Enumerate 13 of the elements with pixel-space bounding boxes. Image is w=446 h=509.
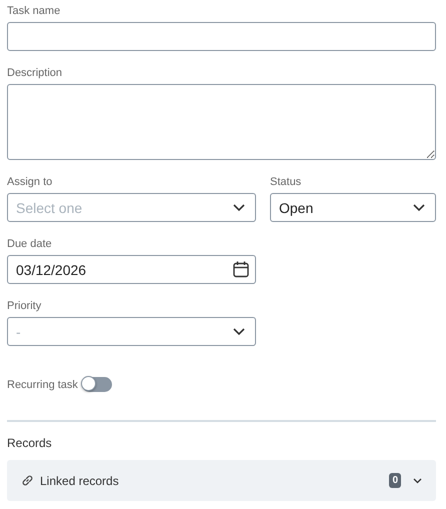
panel-label: Linked records [40,474,120,488]
select-field[interactable]: Open [270,193,436,222]
count-badge: 0 [389,473,401,488]
field-label: Due date [7,238,53,250]
field-label: Priority [7,300,42,312]
field-label: Description [7,67,64,79]
field-label: Status [270,176,302,188]
date-input[interactable]: 03/12/2026 [7,255,256,284]
field-label: Task name [7,5,62,17]
section-title: Records [7,436,53,450]
linked-records-panel[interactable]: Linked records 0 [7,460,436,501]
toggle-label: Recurring task [7,378,78,390]
field-label: Assign to [7,176,54,188]
